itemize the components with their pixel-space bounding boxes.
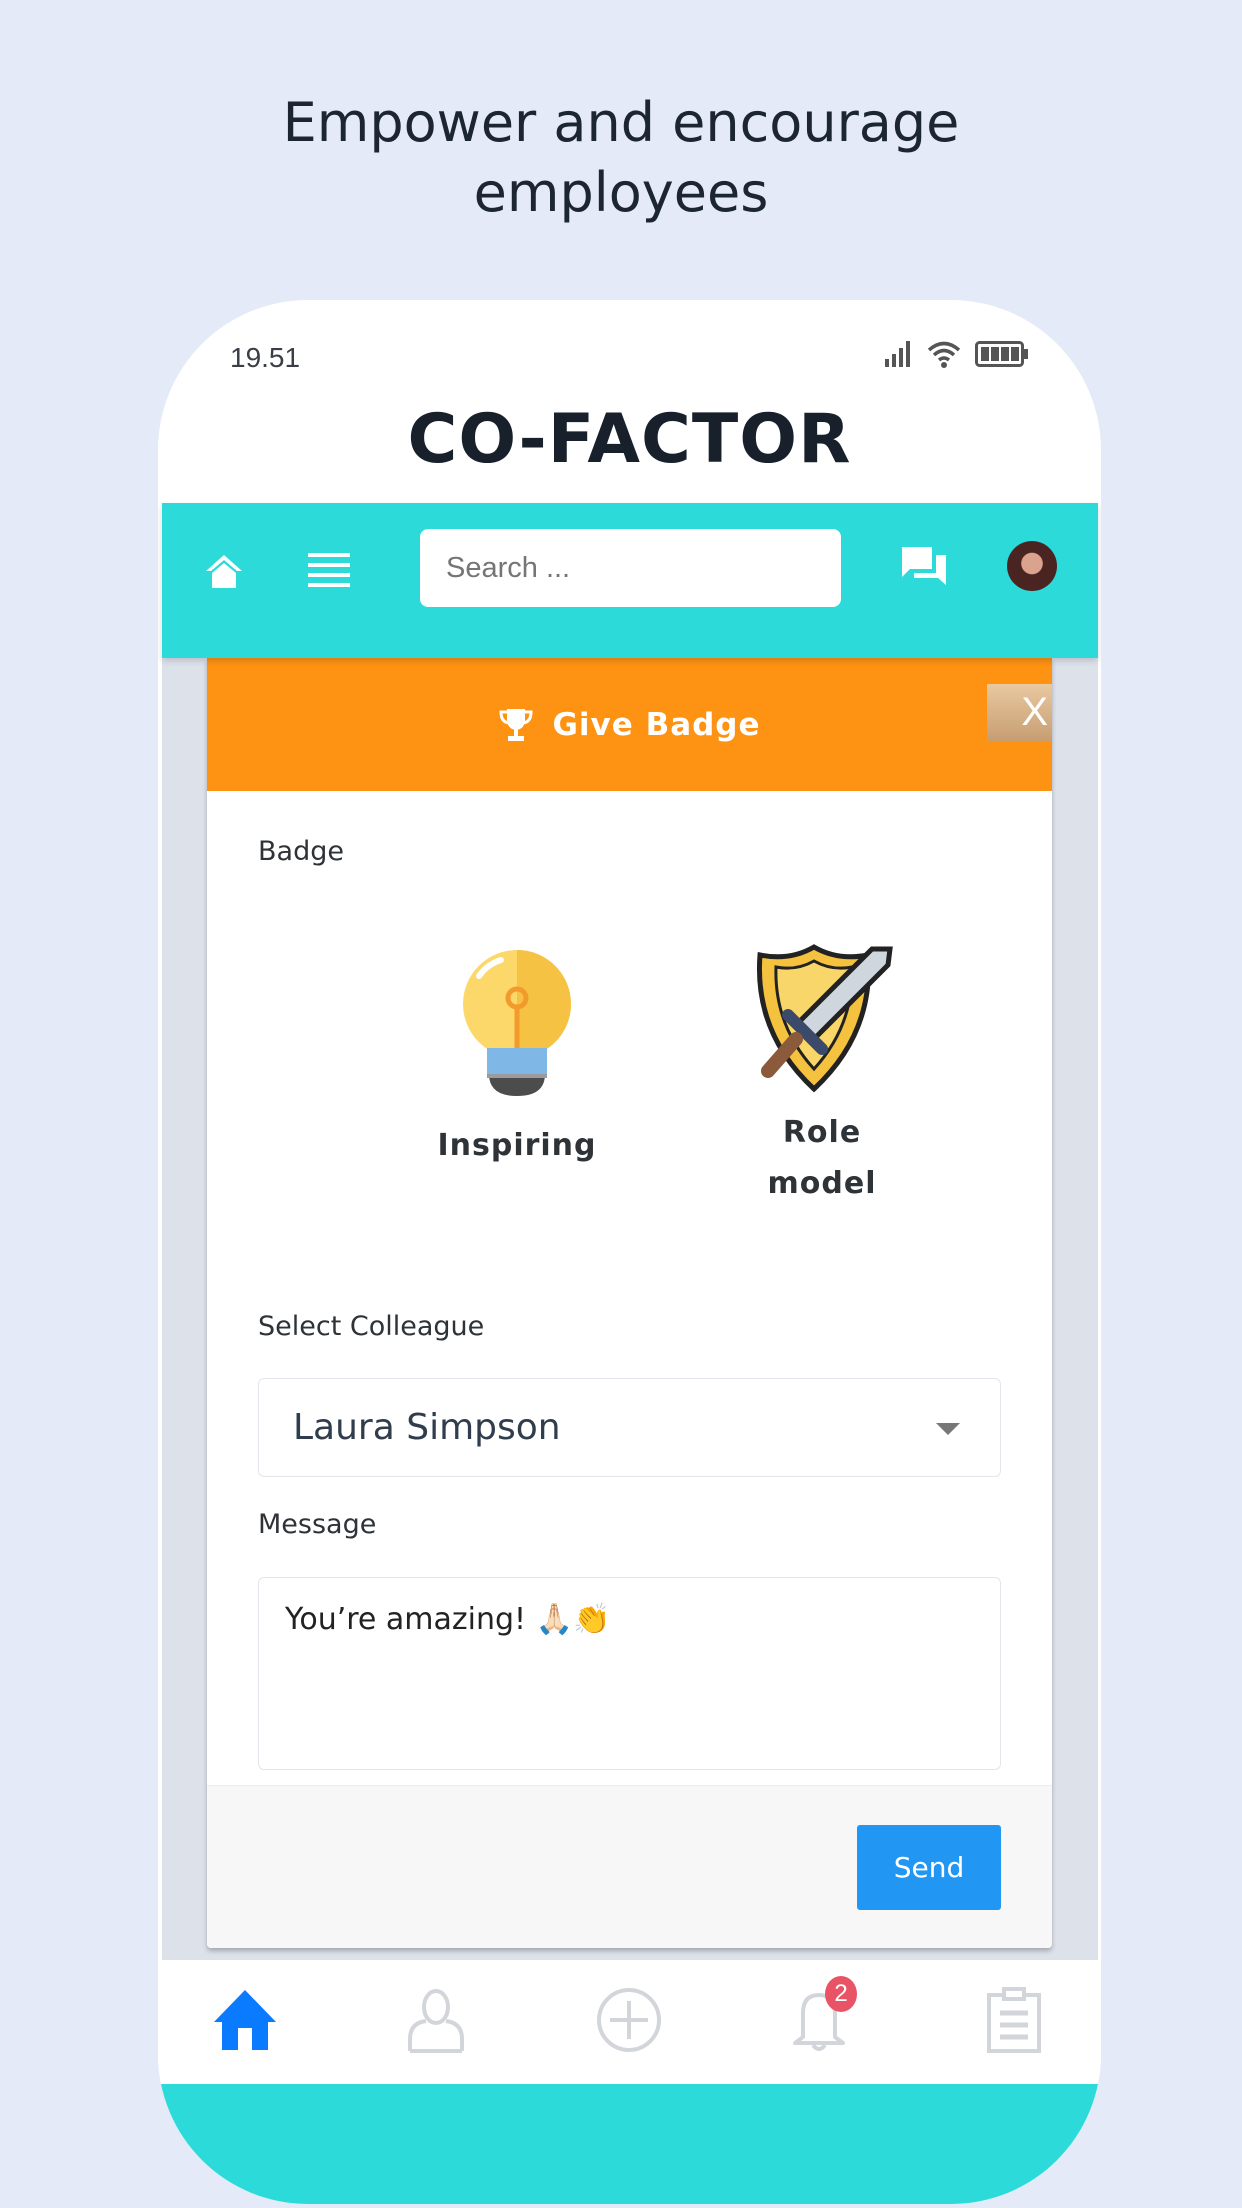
close-button[interactable]: X [987,684,1052,741]
status-time: 19.51 [230,342,301,373]
menu-icon[interactable] [308,553,350,589]
badge-name-role-model-line-2: model [767,1166,877,1201]
content-area: Give Badge X Badge Inspiring Role model … [162,658,1098,1960]
badge-label: Badge [258,836,344,867]
nav-notifications[interactable]: 2 [779,1976,859,2060]
app-brand: CO-FACTOR [407,400,852,479]
avatar[interactable] [1007,541,1057,591]
phone-frame: 19.51 CO-FACTOR Give Badge X Badge Inspi… [158,300,1101,2204]
headline-line-2: employees [473,161,769,224]
send-button[interactable]: Send [857,1825,1001,1910]
modal-title: Give Badge [552,706,761,743]
clipboard-icon [987,1987,1041,2053]
chevron-down-icon [936,1423,960,1435]
badge-name-inspiring: Inspiring [437,1128,597,1163]
user-icon [408,1989,464,2053]
battery-icon [975,341,1028,367]
notification-badge: 2 [825,1976,857,2012]
headline: Empower and encourage employees [0,88,1242,228]
search-input[interactable] [420,529,841,607]
bottom-nav: 2 [158,1960,1101,2084]
colleague-select[interactable]: Laura Simpson [258,1378,1001,1477]
home-icon [214,1990,276,2050]
nav-tasks[interactable] [974,1980,1054,2060]
home-icon[interactable] [204,553,244,589]
lightbulb-icon [463,950,571,1096]
modal-footer: Send [207,1785,1052,1948]
colleague-value: Laura Simpson [293,1407,561,1448]
badge-name-role-model-line-1: Role [782,1115,862,1150]
wifi-icon [927,341,961,368]
colleague-label: Select Colleague [258,1311,485,1342]
modal-header: Give Badge [207,658,1052,791]
nav-home[interactable] [205,1980,285,2060]
footer-bar [158,2084,1101,2204]
plus-circle-icon [597,1988,661,2052]
nav-add[interactable] [589,1980,669,2060]
signal-icon [885,341,910,367]
badge-inspiring[interactable]: Inspiring [417,948,617,1171]
headline-line-1: Empower and encourage [282,91,960,154]
trophy-icon [499,708,533,741]
nav-profile[interactable] [396,1980,476,2060]
status-icons [883,340,1029,368]
close-icon: X [1021,690,1048,734]
badge-role-model[interactable]: Role model [722,943,922,1209]
top-bar [162,503,1098,658]
chat-icon[interactable] [900,545,948,589]
message-textarea[interactable]: You’re amazing! 🙏🏻👏 [258,1577,1001,1770]
shield-sword-icon [756,944,893,1093]
give-badge-modal: Give Badge X Badge Inspiring Role model … [207,658,1052,1948]
message-label: Message [258,1509,377,1540]
